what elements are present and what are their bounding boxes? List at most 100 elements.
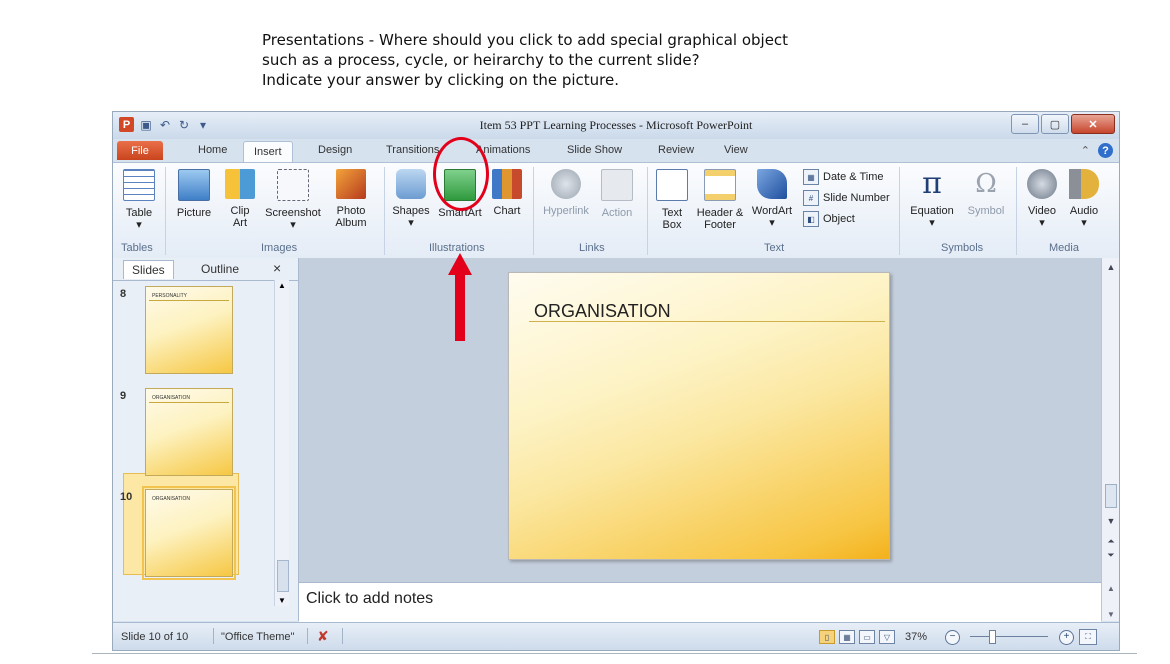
- tab-file[interactable]: File: [117, 141, 163, 160]
- divider: [647, 167, 648, 255]
- close-button[interactable]: ✕: [1071, 114, 1115, 134]
- scroll-up-icon[interactable]: ▲: [1102, 260, 1119, 274]
- header-footer-label: Header & Footer: [696, 207, 744, 231]
- zoom-in-button[interactable]: +: [1059, 630, 1074, 645]
- tab-slide-show[interactable]: Slide Show: [567, 144, 622, 156]
- scroll-down-icon[interactable]: ▼: [1102, 514, 1119, 528]
- zoom-level[interactable]: 37%: [905, 631, 927, 643]
- theme-name[interactable]: "Office Theme": [221, 631, 294, 643]
- equation-button[interactable]: π Equation ▾: [901, 166, 963, 230]
- video-icon: [1027, 169, 1057, 199]
- notes-placeholder[interactable]: Click to add notes: [306, 590, 433, 608]
- thumbnail-number: 10: [120, 491, 133, 503]
- title-bar: P ▣ ↶ ↻ ▾ Item 53 PPT Learning Processes…: [113, 112, 1119, 139]
- thumbnail-title: PERSONALITY: [152, 293, 188, 299]
- audio-button[interactable]: Audio ▾: [1065, 169, 1103, 229]
- minimize-icon: –: [1021, 118, 1029, 130]
- spell-check-icon[interactable]: ✘: [317, 628, 329, 645]
- wordart-button[interactable]: WordArt ▾: [749, 169, 795, 229]
- symbol-label: Symbol: [967, 205, 1005, 217]
- table-button[interactable]: Table ▾: [121, 169, 157, 231]
- divider: [529, 321, 885, 322]
- current-slide[interactable]: ORGANISATION: [508, 272, 890, 560]
- equation-icon: π: [922, 166, 942, 201]
- close-pane-icon[interactable]: ×: [273, 260, 281, 276]
- slide-sorter-icon[interactable]: ▦: [839, 630, 855, 644]
- object-button[interactable]: ◧ Object: [803, 211, 855, 227]
- text-box-icon: [656, 169, 688, 201]
- divider: [149, 300, 229, 301]
- header-footer-button[interactable]: Header & Footer: [693, 169, 747, 231]
- tab-review[interactable]: Review: [658, 144, 694, 156]
- shapes-button[interactable]: Shapes ▾: [391, 169, 431, 229]
- symbol-icon: Ω: [975, 169, 997, 199]
- slide-title[interactable]: ORGANISATION: [534, 301, 671, 322]
- dropdown-arrow-icon: ▾: [929, 217, 935, 229]
- calendar-icon: ▦: [803, 169, 819, 185]
- thumbnail-number: 8: [120, 288, 127, 300]
- symbol-button[interactable]: Ω Symbol: [965, 169, 1007, 217]
- divider: [1016, 167, 1017, 255]
- video-button[interactable]: Video ▾: [1023, 169, 1061, 229]
- shapes-icon: [396, 169, 426, 199]
- clip-art-button[interactable]: Clip Art: [223, 169, 257, 229]
- zoom-out-button[interactable]: −: [945, 630, 960, 645]
- maximize-button[interactable]: ▢: [1041, 114, 1069, 134]
- slide-show-icon[interactable]: ▽: [879, 630, 895, 644]
- fit-to-window-icon[interactable]: ⛶: [1079, 629, 1097, 645]
- slide-thumbnail-9[interactable]: ORGANISATION: [145, 388, 233, 476]
- audio-icon: [1069, 169, 1099, 199]
- slide-thumbnail-10[interactable]: ORGANISATION: [142, 486, 236, 580]
- photo-album-button[interactable]: Photo Album: [328, 169, 374, 229]
- reading-view-icon[interactable]: ▭: [859, 630, 875, 644]
- slides-pane: Slides Outline × 8 PERSONALITY 9 ORGANIS…: [113, 258, 299, 621]
- chart-label: Chart: [493, 205, 521, 217]
- status-bar: Slide 10 of 10 "Office Theme" ✘ ▯ ▦ ▭ ▽ …: [113, 622, 1119, 650]
- ribbon-right-controls: ⌃ ?: [1081, 143, 1113, 158]
- scroll-thumb[interactable]: [1105, 484, 1117, 508]
- question-line-1: Presentations - Where should you click t…: [262, 31, 789, 49]
- picture-button[interactable]: Picture: [173, 169, 215, 219]
- group-symbols: Symbols: [941, 242, 984, 254]
- tab-outline[interactable]: Outline: [201, 262, 239, 276]
- help-icon[interactable]: ?: [1098, 143, 1113, 158]
- scroll-up-icon[interactable]: ▲: [1107, 584, 1115, 593]
- scroll-thumb[interactable]: [277, 560, 289, 592]
- minimize-ribbon-icon[interactable]: ⌃: [1081, 144, 1090, 157]
- action-icon: [601, 169, 633, 201]
- divider: [307, 628, 308, 644]
- hyperlink-button[interactable]: Hyperlink: [541, 169, 591, 217]
- tab-view[interactable]: View: [724, 144, 748, 156]
- slide-scrollbar[interactable]: ▲ ▼ ⏶ ⏷: [1101, 258, 1119, 582]
- text-box-button[interactable]: Text Box: [655, 169, 689, 231]
- action-button[interactable]: Action: [597, 169, 637, 219]
- screenshot-button[interactable]: Screenshot ▾: [263, 169, 323, 231]
- slide-thumbnail-8[interactable]: PERSONALITY: [145, 286, 233, 374]
- table-label: Table: [125, 207, 153, 219]
- question-prompt: Presentations - Where should you click t…: [262, 30, 788, 90]
- tab-design[interactable]: Design: [318, 144, 352, 156]
- clip-art-icon: [225, 169, 255, 199]
- notes-scrollbar[interactable]: ▲ ▼: [1101, 582, 1119, 621]
- tab-insert[interactable]: Insert: [243, 141, 293, 162]
- slide-number-button[interactable]: # Slide Number: [803, 190, 890, 206]
- close-icon: ✕: [1088, 118, 1098, 131]
- tab-transitions[interactable]: Transitions: [386, 144, 439, 156]
- normal-view-icon[interactable]: ▯: [819, 630, 835, 644]
- zoom-slider-track[interactable]: [970, 636, 1048, 637]
- previous-slide-icon[interactable]: ⏶: [1102, 534, 1119, 548]
- notes-pane[interactable]: Click to add notes: [299, 582, 1101, 622]
- next-slide-icon[interactable]: ⏷: [1102, 548, 1119, 562]
- divider: [533, 167, 534, 255]
- tab-home[interactable]: Home: [198, 144, 227, 156]
- minimize-button[interactable]: –: [1011, 114, 1039, 134]
- tab-slides[interactable]: Slides: [123, 260, 174, 279]
- scroll-up-icon[interactable]: ▲: [278, 281, 286, 290]
- zoom-slider-handle[interactable]: [989, 630, 996, 644]
- date-time-button[interactable]: ▦ Date & Time: [803, 169, 884, 185]
- thumbnail-scrollbar[interactable]: ▲ ▼: [274, 280, 289, 606]
- scroll-down-icon[interactable]: ▼: [278, 596, 286, 605]
- scroll-down-icon[interactable]: ▼: [1107, 610, 1115, 619]
- chart-button[interactable]: Chart: [489, 169, 525, 217]
- dropdown-arrow-icon: ▾: [1039, 217, 1045, 229]
